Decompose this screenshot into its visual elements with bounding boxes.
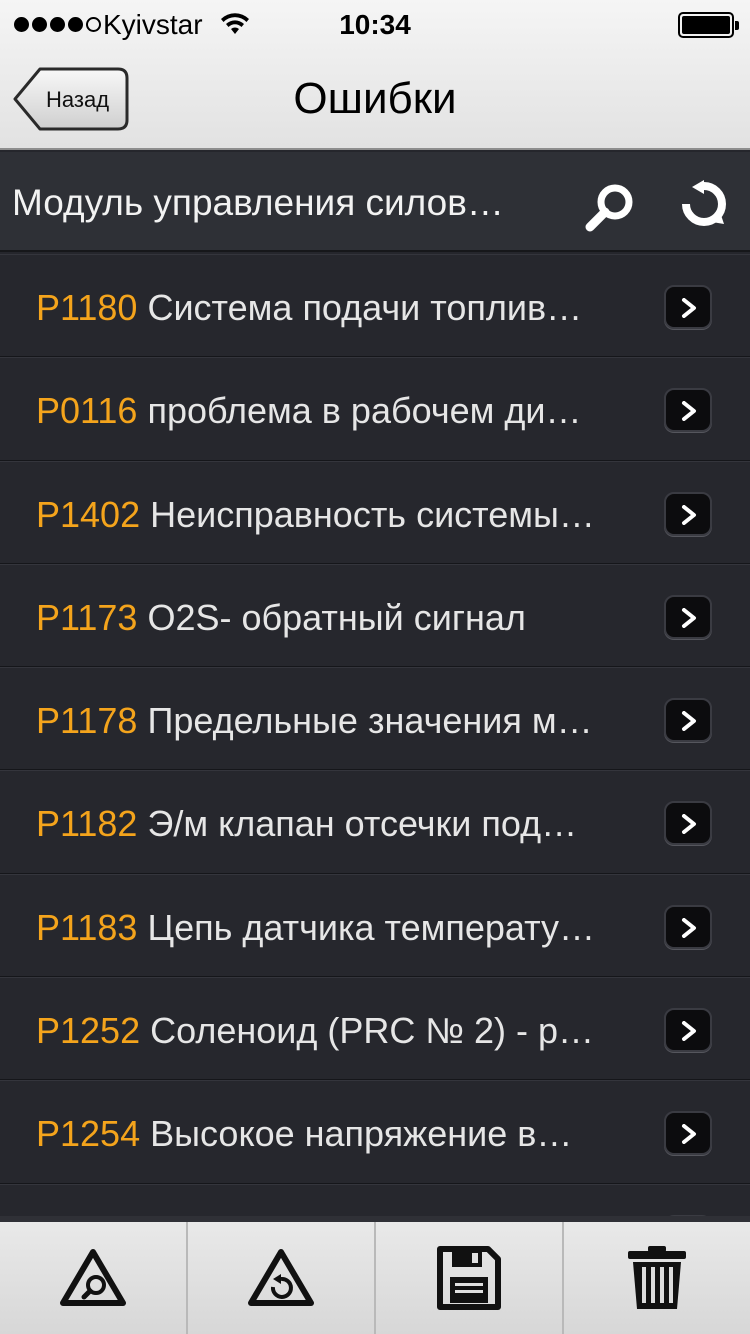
error-code: P1254 xyxy=(36,1113,141,1155)
error-row-text: P0116 проблема в рабочем ди… xyxy=(36,390,658,432)
chevron-right-icon xyxy=(682,401,696,422)
error-row-text: P1254 Высокое напряжение в… xyxy=(36,1113,658,1155)
error-row-text: P1252 Соленоид (PRC № 2) - р… xyxy=(36,1010,658,1052)
disclosure-button[interactable] xyxy=(664,491,712,536)
clear-errors-button[interactable] xyxy=(188,1222,376,1334)
chevron-right-icon xyxy=(682,814,696,835)
disclosure-button[interactable] xyxy=(664,698,712,743)
read-errors-button[interactable] xyxy=(0,1222,188,1334)
error-code: P1182 xyxy=(36,803,138,845)
disclosure-button[interactable] xyxy=(664,388,712,433)
chevron-right-icon xyxy=(682,711,696,732)
error-row[interactable]: P0116 проблема в рабочем ди… xyxy=(0,357,750,461)
error-row-text: P1180 Система подачи топлив… xyxy=(36,287,658,329)
floppy-disk-icon xyxy=(437,1246,501,1310)
chevron-right-icon xyxy=(682,298,696,318)
disclosure-button[interactable] xyxy=(664,1008,712,1053)
error-code: P1402 xyxy=(36,493,141,535)
error-description: Система подачи топлив… xyxy=(147,287,583,328)
error-row-text: P1173 O2S- обратный сигнал xyxy=(36,597,658,639)
error-description: Высокое напряжение в… xyxy=(150,1113,573,1155)
save-button[interactable] xyxy=(376,1222,564,1334)
page-title: Ошибки xyxy=(293,74,457,123)
triangle-search-icon xyxy=(60,1249,126,1306)
disclosure-button[interactable] xyxy=(664,801,712,846)
error-row[interactable]: P1402 Неисправность системы… xyxy=(0,460,750,564)
status-time: 10:34 xyxy=(339,9,411,40)
bottom-toolbar xyxy=(0,1216,750,1334)
disclosure-button[interactable] xyxy=(664,285,712,329)
error-description: Неисправность системы… xyxy=(150,493,595,535)
disclosure-button[interactable] xyxy=(664,904,712,949)
chevron-right-icon xyxy=(682,1124,696,1145)
module-title: Модуль управления силов… xyxy=(12,182,504,223)
error-row[interactable]: P1178 Предельные значения м… xyxy=(0,667,750,771)
disclosure-button[interactable] xyxy=(664,1111,712,1156)
chevron-right-icon xyxy=(682,917,696,938)
error-description: Э/м клапан отсечки под… xyxy=(147,803,578,845)
refresh-icon[interactable] xyxy=(680,180,728,228)
chevron-right-icon xyxy=(682,607,696,628)
chevron-right-icon xyxy=(682,1021,696,1042)
error-row-partial[interactable] xyxy=(0,1183,750,1216)
error-code: P0116 xyxy=(36,390,138,432)
trash-icon xyxy=(628,1246,686,1309)
error-row[interactable]: P1173 O2S- обратный сигнал xyxy=(0,563,750,668)
error-row-text: P1182 Э/м клапан отсечки под… xyxy=(36,803,658,845)
error-row[interactable]: P1182 Э/м клапан отсечки под… xyxy=(0,770,750,874)
error-code: P1183 xyxy=(36,906,138,948)
error-code: P1252 xyxy=(36,1010,141,1052)
error-row-text: P1178 Предельные значения м… xyxy=(36,700,658,742)
error-description: Предельные значения м… xyxy=(147,700,593,742)
error-description: O2S- обратный сигнал xyxy=(147,596,526,638)
error-code: P1173 xyxy=(36,596,138,638)
error-row-text: P1183 Цепь датчика температу… xyxy=(36,907,658,949)
disclosure-button[interactable] xyxy=(664,594,712,639)
error-code: P1180 xyxy=(36,287,138,328)
error-code: P1178 xyxy=(36,700,138,742)
error-description: Соленоид (PRC № 2) - р… xyxy=(150,1010,595,1052)
triangle-refresh-icon xyxy=(248,1249,314,1306)
search-icon[interactable] xyxy=(580,180,640,232)
error-row[interactable]: P1180 Система подачи топлив… xyxy=(0,254,750,358)
error-description: проблема в рабочем ди… xyxy=(147,390,582,432)
status-bar: Kyivstar 10:34 xyxy=(0,0,750,50)
error-row-text: P1402 Неисправность системы… xyxy=(36,494,658,536)
delete-button[interactable] xyxy=(564,1222,750,1334)
error-row[interactable]: P1183 Цепь датчика температу… xyxy=(0,873,750,978)
error-row[interactable]: P1254 Высокое напряжение в… xyxy=(0,1080,750,1184)
chevron-right-icon xyxy=(682,504,696,525)
error-list: P1180 Система подачи топлив… P0116 пробл… xyxy=(0,254,750,1216)
battery-icon xyxy=(678,12,739,38)
top-bar: Kyivstar 10:34 Назад Ошибки xyxy=(0,0,750,150)
error-row[interactable]: P1252 Соленоид (PRC № 2) - р… xyxy=(0,977,750,1081)
error-description: Цепь датчика температу… xyxy=(147,906,596,948)
